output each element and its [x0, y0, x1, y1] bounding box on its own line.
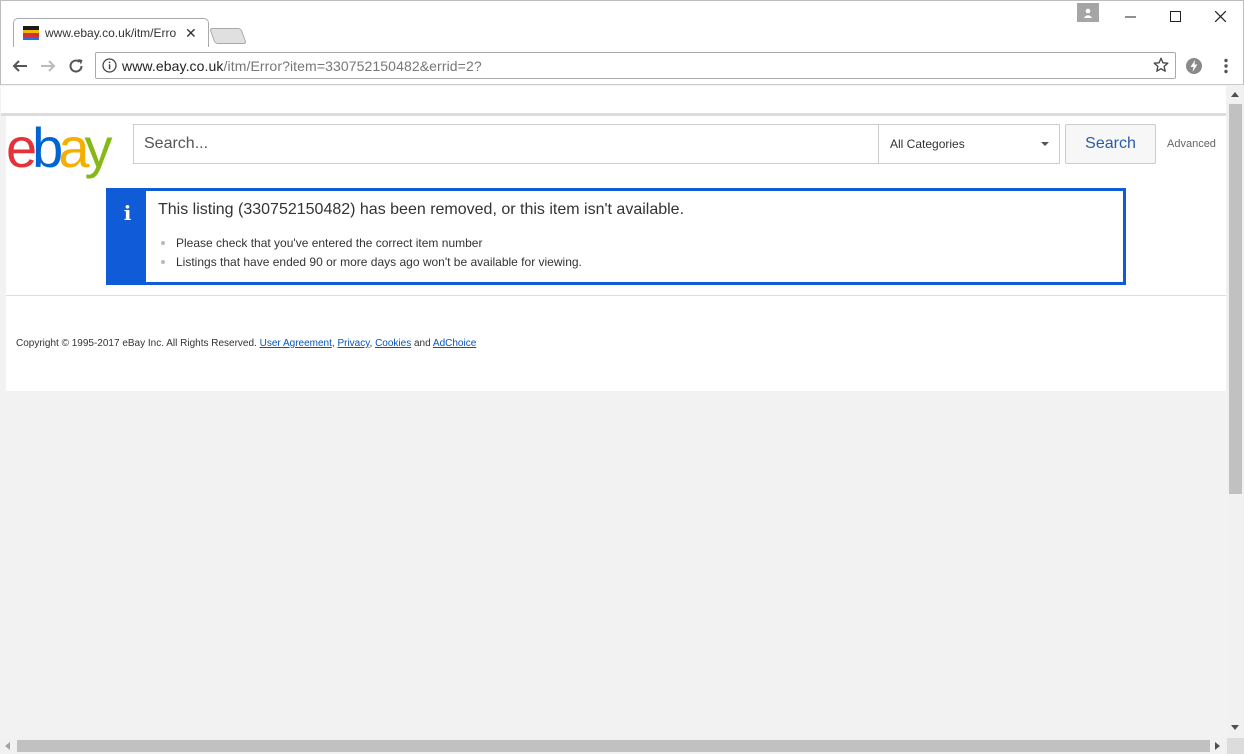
alert-item-text: Please check that you've entered the cor…: [176, 235, 483, 250]
scroll-left-icon[interactable]: [5, 742, 10, 750]
footer: Copyright © 1995-2017 eBay Inc. All Righ…: [16, 338, 476, 349]
copyright-text: Copyright © 1995-2017 eBay Inc. All Righ…: [16, 338, 257, 349]
category-selected: All Categories: [890, 137, 965, 151]
page-top-strip: [1, 86, 1226, 116]
alert-item-text: Listings that have ended 90 or more days…: [176, 254, 582, 269]
scrollbar-corner: [1227, 738, 1244, 754]
footer-and: and: [413, 338, 431, 349]
adchoice-link[interactable]: AdChoice: [433, 338, 476, 349]
url-host: www.ebay.co.uk: [122, 57, 224, 74]
back-arrow-icon[interactable]: [10, 56, 30, 76]
profile-icon[interactable]: [1077, 3, 1099, 22]
listing-removed-alert: i This listing (330752150482) has been r…: [106, 188, 1126, 285]
bullet-icon: [161, 240, 165, 245]
new-tab-button[interactable]: [209, 28, 247, 44]
vertical-scroll-thumb[interactable]: [1229, 104, 1242, 494]
alert-title: This listing (330752150482) has been rem…: [158, 201, 685, 218]
ebay-page: ebay Search... All Categories Search Adv…: [6, 116, 1226, 391]
logo-letter-a: a: [58, 116, 89, 179]
menu-dots-icon[interactable]: [1216, 56, 1236, 76]
footer-divider: [6, 295, 1226, 296]
horizontal-scrollbar[interactable]: [0, 738, 1227, 754]
forward-arrow-icon[interactable]: [38, 56, 58, 76]
category-select[interactable]: All Categories: [878, 124, 1060, 164]
horizontal-scroll-thumb[interactable]: [17, 740, 1210, 752]
search-placeholder: Search...: [144, 135, 209, 152]
url-path: /itm/Error?item=330752150482&errid=2?: [223, 57, 482, 74]
browser-toolbar: www.ebay.co.uk/itm/Error?item=3307521504…: [0, 47, 1244, 85]
footer-separator: ,: [369, 338, 373, 349]
star-icon[interactable]: [1153, 57, 1169, 78]
url-text: www.ebay.co.uk/itm/Error?item=3307521504…: [122, 58, 482, 74]
cookies-link[interactable]: Cookies: [375, 338, 411, 349]
info-icon[interactable]: [96, 58, 122, 73]
logo-letter-y: y: [84, 116, 112, 179]
browser-titlebar: www.ebay.co.uk/itm/Erro ✕: [0, 0, 1244, 49]
scroll-down-icon[interactable]: [1231, 725, 1239, 730]
reload-icon[interactable]: [66, 56, 86, 76]
footer-separator: ,: [331, 338, 335, 349]
ebay-logo[interactable]: ebay: [6, 116, 112, 179]
bullet-icon: [161, 259, 165, 264]
scroll-up-icon[interactable]: [1231, 92, 1239, 97]
logo-letter-b: b: [32, 116, 63, 179]
logo-letter-e: e: [6, 116, 37, 179]
alert-icon-bar: i: [109, 191, 146, 282]
scroll-right-icon[interactable]: [1215, 742, 1220, 750]
search-input[interactable]: Search...: [133, 124, 878, 164]
ebay-favicon-icon: [23, 26, 39, 40]
advanced-search-link[interactable]: Advanced: [1167, 138, 1216, 150]
search-button[interactable]: Search: [1065, 124, 1156, 164]
browser-tab[interactable]: www.ebay.co.uk/itm/Erro ✕: [13, 18, 209, 48]
alert-list-item: Listings that have ended 90 or more days…: [161, 252, 582, 271]
minimize-button[interactable]: [1107, 5, 1153, 27]
chevron-down-icon: [1041, 142, 1049, 146]
maximize-button[interactable]: [1152, 5, 1198, 27]
address-bar[interactable]: www.ebay.co.uk/itm/Error?item=3307521504…: [95, 52, 1176, 79]
user-agreement-link[interactable]: User Agreement: [260, 338, 332, 349]
info-alert-icon: i: [123, 201, 132, 225]
close-window-button[interactable]: [1197, 5, 1243, 27]
tab-close-icon[interactable]: ✕: [185, 26, 197, 40]
privacy-link[interactable]: Privacy: [337, 338, 369, 349]
extension-icon[interactable]: [1184, 56, 1204, 76]
alert-list-item: Please check that you've entered the cor…: [161, 233, 582, 252]
tab-title: www.ebay.co.uk/itm/Erro: [45, 26, 177, 40]
vertical-scrollbar[interactable]: [1227, 86, 1244, 738]
alert-list: Please check that you've entered the cor…: [161, 233, 582, 271]
